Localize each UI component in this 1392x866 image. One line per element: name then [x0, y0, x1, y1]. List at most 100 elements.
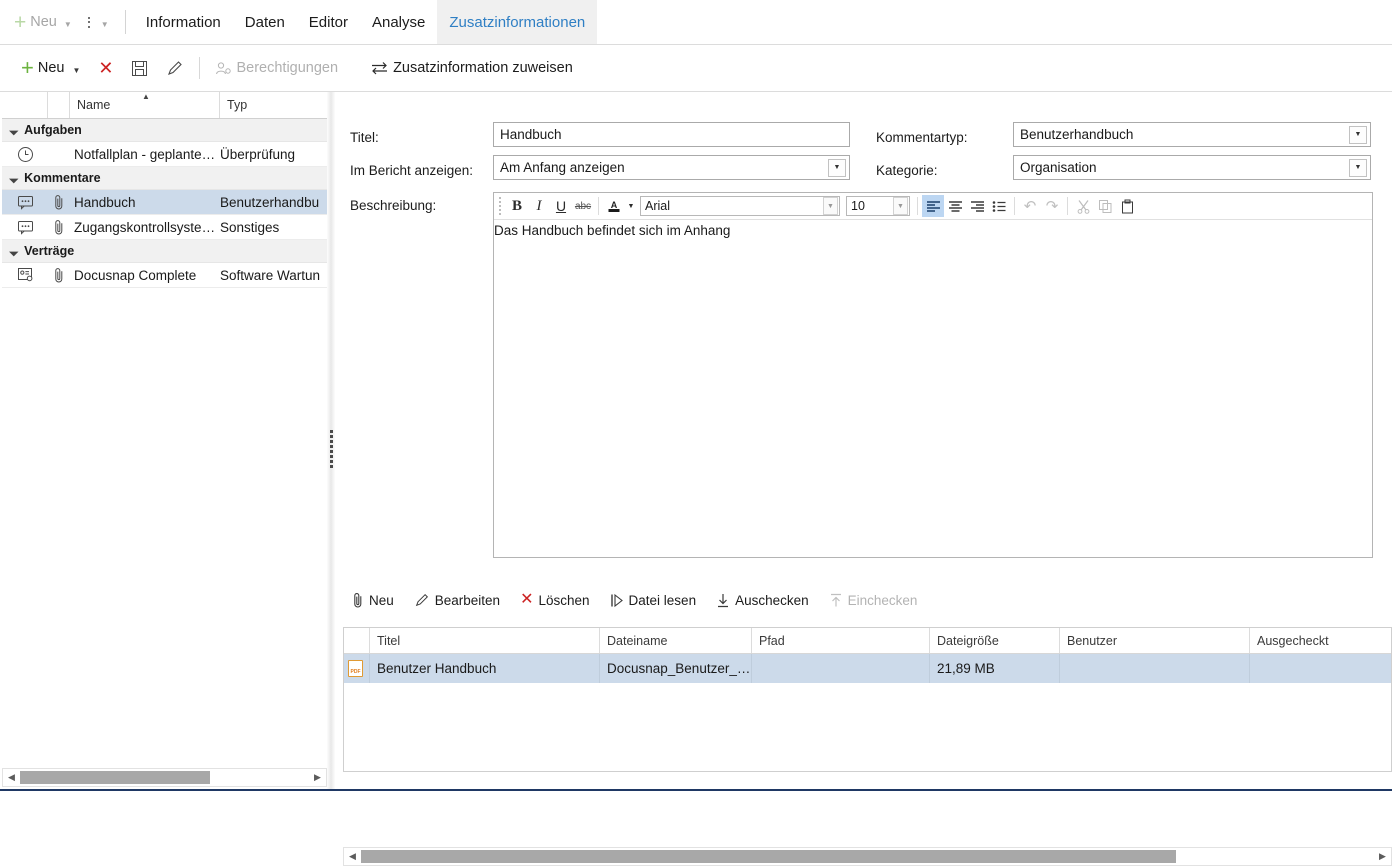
undo-icon[interactable]: ↶	[1019, 195, 1041, 217]
tab-information[interactable]: Information	[134, 0, 233, 44]
grid-col-dateigroesse[interactable]: Dateigröße	[930, 628, 1060, 653]
new-button-top[interactable]: + Neu ▼	[0, 0, 82, 44]
align-right-icon[interactable]	[966, 195, 988, 217]
attachment-delete-button[interactable]: ✕ Löschen	[510, 592, 599, 608]
copy-icon[interactable]	[1094, 195, 1116, 217]
bold-icon[interactable]: B	[506, 195, 528, 217]
attachment-scroll-thumb[interactable]	[361, 850, 1176, 863]
rich-text-body[interactable]: Das Handbuch befindet sich im Anhang	[494, 220, 1372, 238]
tree-col-name[interactable]: Name ▲	[70, 92, 220, 118]
align-left-icon[interactable]	[922, 195, 944, 217]
tree-row-typ: Sonstiges	[220, 219, 280, 235]
table-row-selected[interactable]: Handbuch Benutzerhandbu	[2, 190, 327, 215]
tree-group-vertraege[interactable]: ◢ Verträge	[2, 240, 327, 263]
attachment-scroll-track[interactable]	[361, 850, 1374, 863]
tree-group-kommentare[interactable]: ◢ Kommentare	[2, 167, 327, 190]
permissions-button[interactable]: Berechtigungen	[206, 53, 347, 83]
redo-icon[interactable]: ↷	[1041, 195, 1063, 217]
tree-col-icon[interactable]	[2, 92, 48, 118]
bullet-list-icon[interactable]	[988, 195, 1010, 217]
chevron-down-icon[interactable]: ▼	[625, 195, 637, 217]
im-bericht-anzeigen-label: Im Bericht anzeigen:	[350, 163, 474, 178]
tree-col-typ[interactable]: Typ	[220, 92, 327, 118]
chevron-down-icon[interactable]: ▼	[101, 20, 109, 29]
table-row[interactable]: Docusnap Complete Software Wartun	[2, 263, 327, 288]
table-row-selected[interactable]: PDF Benutzer Handbuch Docusnap_Benutzer_…	[344, 654, 1391, 683]
grid-col-benutzer[interactable]: Benutzer	[1060, 628, 1250, 653]
chevron-down-icon[interactable]: ▼	[1349, 125, 1367, 144]
grid-cell-titel: Benutzer Handbuch	[370, 654, 600, 683]
tree-scroll-track[interactable]	[20, 771, 309, 784]
attachment-checkin-button[interactable]: Einchecken	[819, 593, 928, 608]
kategorie-select[interactable]: Organisation ▼	[1013, 155, 1371, 180]
italic-icon[interactable]: I	[528, 195, 550, 217]
assign-additional-info-button[interactable]: Zusatzinformation zuweisen	[361, 53, 582, 83]
overflow-menu-button[interactable]: ▼	[82, 0, 117, 44]
im-bericht-anzeigen-select[interactable]: Am Anfang anzeigen ▼	[493, 155, 850, 180]
grid-col-icon[interactable]	[344, 628, 370, 653]
chevron-down-icon[interactable]: ▼	[893, 197, 908, 215]
tab-editor[interactable]: Editor	[297, 0, 360, 44]
font-size-value: 10	[851, 199, 865, 213]
edit-button[interactable]	[157, 53, 193, 83]
grid-col-ausgecheckt[interactable]: Ausgecheckt	[1250, 628, 1391, 653]
command-toolbar: + Neu ▼ ✕ Berechtigungen Zusatzinformati…	[0, 45, 1392, 92]
chevron-down-icon[interactable]: ▼	[64, 20, 72, 29]
tree-group-aufgaben[interactable]: ◢ Aufgaben	[2, 119, 327, 142]
collapse-triangle-icon[interactable]: ◢	[9, 125, 20, 136]
grid-cell-dateiname: Docusnap_Benutzer_…	[600, 654, 752, 683]
tab-zusatzinformationen[interactable]: Zusatzinformationen	[437, 0, 598, 44]
panel-splitter[interactable]	[327, 92, 335, 791]
tree-scroll-thumb[interactable]	[20, 771, 210, 784]
grid-col-dateiname[interactable]: Dateiname	[600, 628, 752, 653]
font-color-icon[interactable]: A	[603, 195, 625, 217]
new-button-top-label: Neu	[30, 14, 57, 30]
attachment-horizontal-scrollbar[interactable]: ◀ ▶	[343, 847, 1392, 866]
drag-handle-dots-icon[interactable]	[499, 197, 501, 215]
align-center-icon[interactable]	[944, 195, 966, 217]
attachment-new-button[interactable]: Neu	[343, 592, 404, 609]
triangle-left-icon[interactable]: ◀	[344, 848, 361, 865]
chevron-down-icon[interactable]: ▼	[823, 197, 838, 215]
cut-icon[interactable]	[1072, 195, 1094, 217]
font-size-select[interactable]: 10 ▼	[846, 196, 910, 216]
triangle-left-icon[interactable]: ◀	[3, 769, 20, 786]
tab-analyse[interactable]: Analyse	[360, 0, 437, 44]
toolbar-divider	[1067, 197, 1068, 215]
new-button[interactable]: + Neu ▼	[12, 53, 89, 83]
attachment-toolbar: Neu Bearbeiten ✕ Löschen Datei lesen Aus…	[343, 587, 1383, 613]
panel-splitter-grip[interactable]	[330, 430, 333, 468]
chevron-down-icon[interactable]: ▼	[1349, 158, 1367, 177]
delete-button[interactable]: ✕	[89, 53, 122, 83]
collapse-triangle-icon[interactable]: ◢	[9, 246, 20, 257]
tree-horizontal-scrollbar[interactable]: ◀ ▶	[2, 768, 327, 787]
underline-icon[interactable]: U	[550, 195, 572, 217]
attachment-edit-button[interactable]: Bearbeiten	[404, 592, 510, 608]
attachment-checkout-button[interactable]: Auschecken	[706, 593, 819, 608]
tab-daten[interactable]: Daten	[233, 0, 297, 44]
grid-cell-benutzer	[1060, 654, 1250, 683]
triangle-right-icon[interactable]: ▶	[309, 769, 326, 786]
titel-input[interactable]: Handbuch	[493, 122, 850, 147]
table-row[interactable]: Zugangskontrollsyste… Sonstiges	[2, 215, 327, 240]
save-floppy-icon	[131, 60, 148, 77]
chevron-down-icon[interactable]: ▼	[828, 158, 846, 177]
save-button[interactable]	[122, 53, 157, 83]
strikethrough-icon[interactable]: abc	[572, 195, 594, 217]
paperclip-icon	[48, 267, 70, 284]
table-row[interactable]: Notfallplan - geplante… Überprüfung	[2, 142, 327, 167]
kommentartyp-select[interactable]: Benutzerhandbuch ▼	[1013, 122, 1371, 147]
attachment-read-file-label: Datei lesen	[628, 592, 697, 608]
collapse-triangle-icon[interactable]: ◢	[9, 173, 20, 184]
chevron-down-icon[interactable]: ▼	[72, 66, 80, 75]
font-family-select[interactable]: Arial ▼	[640, 196, 840, 216]
kategorie-label: Kategorie:	[876, 163, 938, 178]
attachment-read-file-button[interactable]: Datei lesen	[600, 593, 707, 608]
paste-icon[interactable]	[1116, 195, 1138, 217]
grid-col-pfad[interactable]: Pfad	[752, 628, 930, 653]
triangle-right-icon[interactable]: ▶	[1374, 848, 1391, 865]
paperclip-icon	[48, 219, 70, 236]
tree-col-attachment[interactable]	[48, 92, 70, 118]
tree-row-typ: Software Wartun	[220, 267, 321, 283]
grid-col-titel[interactable]: Titel	[370, 628, 600, 653]
